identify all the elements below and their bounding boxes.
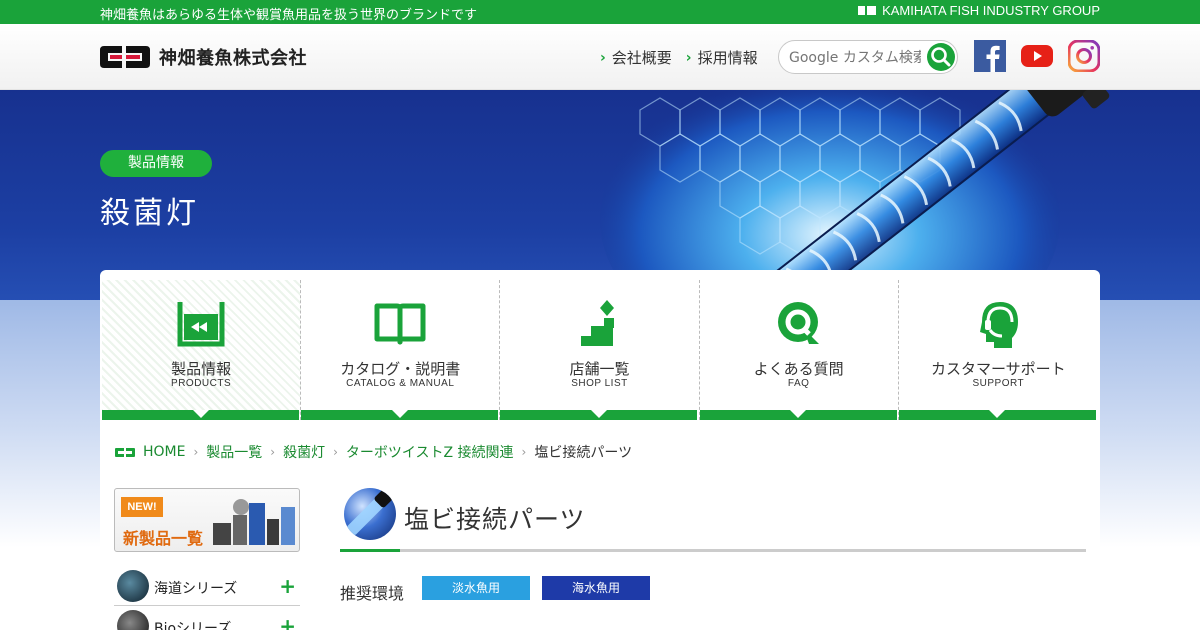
- nav-recruit[interactable]: › 採用情報: [686, 47, 758, 68]
- search-button[interactable]: [927, 43, 955, 71]
- group-logo-icon: [858, 6, 877, 15]
- plus-icon[interactable]: +: [279, 574, 296, 598]
- environment-label: 推奨環境: [340, 584, 405, 603]
- company-name: 神畑養魚株式会社: [159, 48, 307, 69]
- chevron-right-icon: ›: [270, 445, 276, 459]
- product-thumbnail: [344, 488, 396, 540]
- chevron-right-icon: ›: [193, 445, 199, 459]
- company-logo-icon: [100, 46, 150, 68]
- menu-underline: [898, 410, 1096, 420]
- menu-support[interactable]: カスタマーサポート SUPPORT: [898, 280, 1098, 420]
- menu-sublabel: CATALOG & MANUAL: [346, 378, 455, 389]
- youtube-icon[interactable]: [1021, 40, 1053, 72]
- site-header: 神畑養魚株式会社 › 会社概要 › 採用情報: [0, 24, 1200, 90]
- nav-label: 会社概要: [611, 49, 672, 67]
- menu-label: カタログ・説明書: [340, 360, 461, 378]
- main-card: 製品情報 PRODUCTS カタログ・説明書 CATALOG & MANUAL …: [100, 270, 1100, 630]
- title-divider: [340, 549, 1086, 552]
- menu-products[interactable]: 製品情報 PRODUCTS: [102, 280, 302, 420]
- menu-underline: [699, 410, 897, 420]
- facebook-icon[interactable]: [974, 40, 1006, 72]
- uv-lamp-icon: [347, 490, 392, 535]
- product-title: 塩ビ接続パーツ: [404, 505, 586, 534]
- title-divider-accent: [340, 549, 400, 552]
- sidebar-item-kaido-series[interactable]: 海道シリーズ +: [114, 568, 300, 606]
- menu-shop-list[interactable]: 店舗一覧 SHOP LIST: [500, 280, 700, 420]
- nav-label: 採用情報: [697, 49, 758, 67]
- header-nav: › 会社概要 › 採用情報: [600, 47, 758, 68]
- book-icon: [374, 303, 426, 345]
- menu-underline: [500, 410, 698, 420]
- search-box: [778, 40, 958, 74]
- search-input[interactable]: [789, 48, 921, 68]
- nav-company-overview[interactable]: › 会社概要: [600, 47, 672, 68]
- kaido-thumbnail: [117, 570, 149, 602]
- menu-sublabel: PRODUCTS: [171, 378, 232, 389]
- menu-underline: [102, 410, 299, 420]
- menu-catalog[interactable]: カタログ・説明書 CATALOG & MANUAL: [301, 280, 501, 420]
- bio-thumbnail: [117, 610, 149, 630]
- plus-icon[interactable]: +: [279, 614, 296, 630]
- sidebar-item-label: Bioシリーズ: [154, 621, 232, 630]
- group-link[interactable]: KAMIHATA FISH INDUSTRY GROUP: [858, 3, 1100, 18]
- sidebar-item-bio-series[interactable]: Bioシリーズ +: [114, 608, 300, 630]
- breadcrumb-turbo-twist[interactable]: ターボツイストZ 接続関連: [346, 442, 514, 462]
- search-icon: [931, 47, 951, 67]
- menu-label: カスタマーサポート: [930, 360, 1066, 378]
- menu-sublabel: SHOP LIST: [571, 378, 628, 389]
- new-products-banner[interactable]: NEW! 新製品一覧: [114, 488, 300, 552]
- menu-label: 製品情報: [171, 360, 232, 378]
- products-collage-icon: [213, 499, 295, 545]
- chevron-right-icon: ›: [333, 445, 338, 459]
- breadcrumb-home[interactable]: HOME: [143, 444, 185, 460]
- faq-icon: [777, 302, 819, 344]
- home-logo-icon: [115, 447, 135, 457]
- shop-map-icon: [581, 300, 615, 346]
- group-name: KAMIHATA FISH INDUSTRY GROUP: [882, 3, 1100, 18]
- headset-icon: [980, 302, 1019, 348]
- saltwater-tag: 海水魚用: [542, 576, 650, 600]
- site-logo[interactable]: 神畑養魚株式会社: [100, 44, 307, 70]
- chevron-right-icon: ›: [685, 49, 692, 66]
- tagline: 神畑養魚はあらゆる生体や観賞魚用品を扱う世界のブランドです: [100, 8, 478, 23]
- main-menu: 製品情報 PRODUCTS カタログ・説明書 CATALOG & MANUAL …: [102, 280, 1098, 420]
- menu-sublabel: SUPPORT: [972, 378, 1025, 389]
- new-badge: NEW!: [121, 497, 163, 517]
- sidebar-item-label: 海道シリーズ: [154, 581, 238, 597]
- freshwater-tag: 淡水魚用: [422, 576, 530, 600]
- page-title: 殺菌灯: [100, 196, 199, 231]
- new-products-label: 新製品一覧: [123, 529, 204, 548]
- breadcrumb-current: 塩ビ接続パーツ: [534, 445, 633, 461]
- aquarium-icon: [177, 302, 225, 347]
- chevron-right-icon: ›: [521, 445, 527, 459]
- breadcrumb-sterilizer[interactable]: 殺菌灯: [283, 442, 325, 462]
- breadcrumb: HOME › 製品一覧 › 殺菌灯 › ターボツイストZ 接続関連 › 塩ビ接続…: [115, 442, 632, 462]
- chevron-right-icon: ›: [600, 49, 606, 66]
- menu-faq[interactable]: よくある質問 FAQ: [699, 280, 899, 420]
- breadcrumb-products[interactable]: 製品一覧: [206, 442, 262, 462]
- top-bar: 神畑養魚はあらゆる生体や観賞魚用品を扱う世界のブランドです KAMIHATA F…: [0, 0, 1200, 24]
- menu-underline: [301, 410, 499, 420]
- menu-label: よくある質問: [753, 360, 844, 378]
- menu-label: 店舗一覧: [569, 360, 630, 378]
- instagram-icon[interactable]: [1068, 40, 1100, 72]
- category-badge: 製品情報: [100, 150, 212, 177]
- menu-sublabel: FAQ: [787, 378, 810, 389]
